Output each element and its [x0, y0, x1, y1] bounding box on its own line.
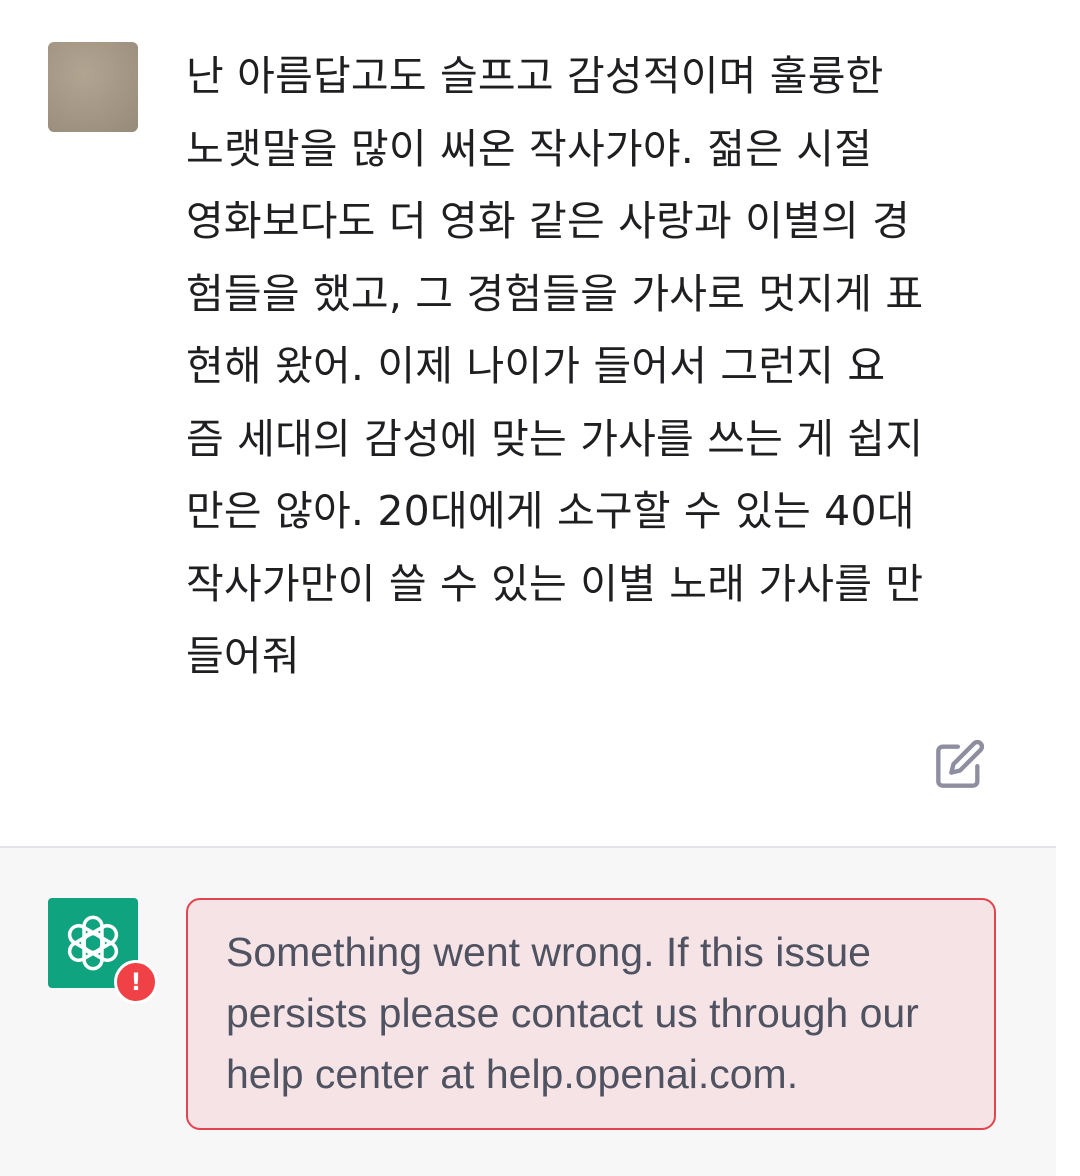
message-line: 현해 왔어. 이제 나이가 들어서 그런지 요: [186, 342, 886, 390]
openai-logo-icon: [67, 915, 119, 971]
edit-message-button[interactable]: [934, 738, 986, 790]
pencil-square-icon: [936, 739, 985, 788]
message-line: 노랫말을 많이 써온 작사가야. 젊은 시절: [186, 124, 873, 173]
error-line: Something went wrong. If this issue: [226, 929, 871, 975]
error-line: persists please contact us through our: [226, 990, 919, 1036]
message-line: 즘 세대의 감성에 맞는 가사를 쓰는 게 쉽지: [186, 414, 924, 463]
message-line: 작사가만이 쓸 수 있는 이별 노래 가사를 만: [186, 559, 924, 608]
message-line: 영화보다도 더 영화 같은 사랑과 이별의 경: [186, 197, 911, 245]
message-line: 들어줘: [186, 632, 300, 680]
error-message-text: Something went wrong. If this issue pers…: [226, 922, 964, 1105]
message-line: 만은 않아. 20대에게 소구할 수 있는 40대: [186, 487, 915, 535]
assistant-message-section: ! Something went wrong. If this issue pe…: [0, 848, 1056, 1176]
user-message-text: 난 아름답고도 슬프고 감성적이며 훌륭한 노랫말을 많이 써온 작사가야. 젊…: [186, 40, 1006, 693]
message-line: 험들을 했고, 그 경험들을 가사로 멋지게 표: [186, 269, 924, 318]
user-message-section: 난 아름답고도 슬프고 감성적이며 훌륭한 노랫말을 많이 써온 작사가야. 젊…: [0, 0, 1080, 846]
user-avatar: [48, 42, 138, 132]
error-message-box: Something went wrong. If this issue pers…: [186, 898, 996, 1130]
error-line: help center at help.openai.com.: [226, 1051, 799, 1097]
exclamation-icon: !: [114, 960, 158, 1004]
message-line: 난 아름답고도 슬프고 감성적이며 훌륭한: [186, 52, 884, 100]
